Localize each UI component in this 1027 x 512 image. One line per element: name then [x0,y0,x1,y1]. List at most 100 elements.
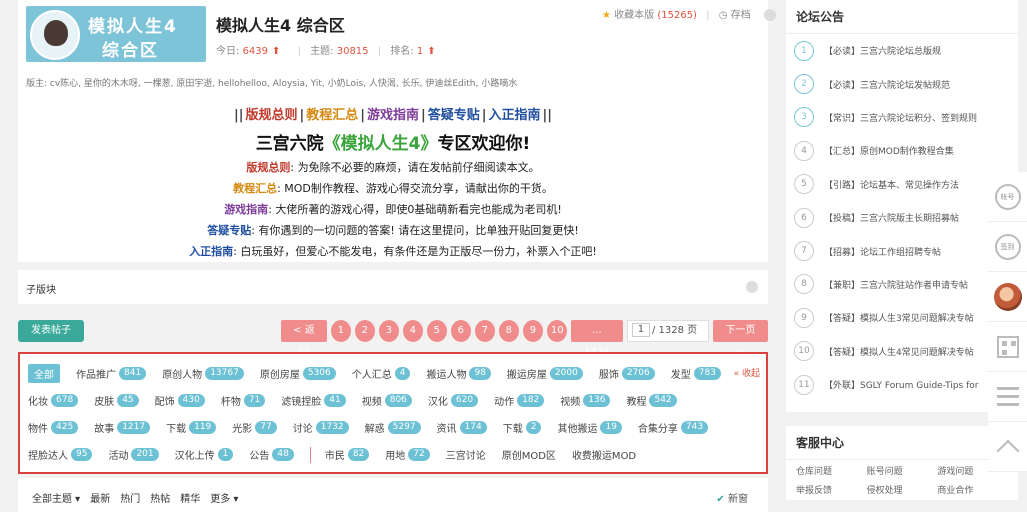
category-tag[interactable]: 原创人物 13767 [162,366,244,381]
notice-item[interactable]: 8 【兼职】三宫六院驻站作者申请专帖 [786,268,1018,301]
category-tag[interactable]: 汉化上传 1 [175,447,234,462]
notice-item[interactable]: 9 【答疑】模拟人生3常见问题解决专帖 [786,301,1018,334]
rule-line-label[interactable]: 游戏指南 [224,203,268,216]
category-tag[interactable]: 动作 182 [494,393,545,408]
category-tag[interactable]: 解惑 5297 [365,420,421,435]
category-tag[interactable]: 故事 1217 [94,420,151,435]
page-jump-input[interactable]: 1/ 1328 页 [626,320,709,342]
notice-item[interactable]: 10 【答疑】模拟人生4常见问题解决专帖 [786,335,1018,368]
page-button[interactable]: 9 [522,320,543,342]
category-tag[interactable]: 教程 542 [626,393,677,408]
category-tag[interactable]: 三宫讨论 [446,447,486,462]
rail-checkin-button[interactable]: 签到 [988,222,1027,272]
favorite-bar: ★ 收藏本版 (15265) | ◷ 存档 [602,6,776,21]
collapse-icon[interactable] [746,281,758,293]
close-icon[interactable] [763,9,776,21]
rail-avatar[interactable] [988,272,1027,322]
notice-item[interactable]: 6 【投稿】三宫六院版主长期招募帖 [786,201,1018,234]
service-link[interactable]: 侵权处理 [867,483,938,496]
page-button[interactable]: 8 [498,320,519,342]
separator: || [233,108,244,123]
category-tag[interactable]: 汉化 620 [427,393,479,408]
service-link[interactable]: 仓库问题 [796,464,867,477]
prev-page-button[interactable]: < 返回 [281,320,327,358]
category-tag[interactable]: 配饰 430 [155,393,205,408]
rule-link[interactable]: 入正指南 [489,108,541,123]
category-tag[interactable]: 个人汇总 4 [352,366,411,381]
category-tag[interactable]: 杆物 71 [221,393,266,408]
category-tag[interactable]: 视频 806 [362,393,412,408]
category-tag[interactable]: 活动 201 [108,447,159,462]
page-button[interactable]: 5 [426,320,447,342]
category-tag[interactable]: 收费搬运MOD [572,447,636,462]
rule-line-label[interactable]: 答疑专贴 [207,224,251,237]
category-tag[interactable]: 作品推广 841 [76,366,147,381]
page-button[interactable]: 3 [378,320,399,342]
category-tag[interactable]: 搬运人物 98 [426,366,491,381]
collapse-button[interactable]: « 收起 [734,366,760,379]
page-button[interactable]: 10 [546,320,567,342]
notice-item[interactable]: 2 【必读】三宫六院论坛发帖规范 [786,67,1018,100]
category-tag[interactable]: 公告 48 [249,447,294,462]
subboard-bar[interactable]: 子版块 [18,270,768,304]
category-tag[interactable]: 全部 [28,364,60,383]
notice-item[interactable]: 1 【必读】三宫六院论坛总版规 [786,34,1018,67]
rail-account-button[interactable]: 帐号 [988,172,1027,222]
page-button[interactable]: 2 [354,320,375,342]
category-tag[interactable]: 发型 783 [671,366,721,381]
page-button[interactable]: 1 [330,320,351,342]
category-tag[interactable]: 合集分享 743 [638,420,709,435]
next-page-button[interactable]: 下一页 > [712,320,768,358]
save-button[interactable]: ◷ 存档 [719,10,751,21]
service-link[interactable]: 商业合作 [937,483,1008,496]
notice-item[interactable]: 7 【招募】论坛工作组招聘专帖 [786,234,1018,267]
category-tag[interactable]: 用地 72 [385,447,430,462]
category-tag[interactable]: 捏脸达人 95 [28,447,93,462]
rail-qr-button[interactable] [988,322,1027,372]
count-badge: 41 [324,394,346,407]
favorite-button[interactable]: ★ 收藏本版 (15265) [602,10,697,21]
rule-line-label[interactable]: 入正指南 [189,245,233,258]
new-post-button[interactable]: 发表帖子 [18,320,84,342]
category-label: 搬运人物 [426,370,467,381]
category-tag[interactable]: 物件 425 [28,420,79,435]
service-link[interactable]: 举报反馈 [796,483,867,496]
category-tag[interactable]: 下载 119 [166,420,217,435]
up-arrow-icon: ⬆ [272,46,281,57]
notice-item[interactable]: 11 【外联】SGLY Forum Guide-Tips for [786,368,1018,401]
page-button[interactable]: 7 [474,320,495,342]
notice-item[interactable]: 3 【常识】三宫六院论坛积分、签到规则 [786,101,1018,134]
category-tag[interactable]: 下载 2 [503,420,542,435]
last-page-button[interactable]: ... 1328 [570,320,623,358]
category-tag[interactable]: 皮肤 45 [94,393,139,408]
category-label: 汉化 [427,397,448,408]
service-title: 客服中心 [786,426,1018,460]
category-tag[interactable]: 光影 77 [232,420,277,435]
category-tag[interactable]: 讨论 1732 [293,420,349,435]
rule-link[interactable]: 游戏指南 [367,108,419,123]
category-tag[interactable]: 原创MOD区 [502,447,556,462]
page-button[interactable]: 6 [450,320,471,342]
service-link[interactable]: 账号问题 [867,464,938,477]
category-tag[interactable]: 服饰 2706 [599,366,655,381]
category-tag[interactable]: 搬运房屋 2000 [507,366,583,381]
rule-link[interactable]: 答疑专贴 [428,108,480,123]
category-tag[interactable]: 原创房屋 5306 [260,366,336,381]
rule-line-label[interactable]: 教程汇总 [233,182,277,195]
rule-link[interactable]: 版规总则 [245,108,297,123]
category-tag[interactable]: 滤镜捏脸 41 [281,393,346,408]
back-to-top-button[interactable] [988,422,1027,472]
category-tag[interactable]: 视频 136 [560,393,611,408]
category-tag[interactable]: 化妆 678 [28,393,79,408]
page-input-box[interactable]: 1 [631,323,650,337]
rail-list-button[interactable] [988,372,1027,422]
notice-item[interactable]: 4 【汇总】原创MOD制作教程合集 [786,134,1018,167]
rule-link[interactable]: 教程汇总 [306,108,358,123]
rule-line-label[interactable]: 版规总则 [246,161,290,174]
page-button[interactable]: 4 [402,320,423,342]
category-tag[interactable]: 其他搬运 19 [557,420,622,435]
category-tag[interactable]: 资讯 174 [437,420,487,435]
category-tag[interactable]: 市民 82 [325,447,370,462]
notice-item[interactable]: 5 【引路】论坛基本、常见操作方法 [786,168,1018,201]
new-window-toggle[interactable]: ✔ 新窗 [716,490,748,505]
